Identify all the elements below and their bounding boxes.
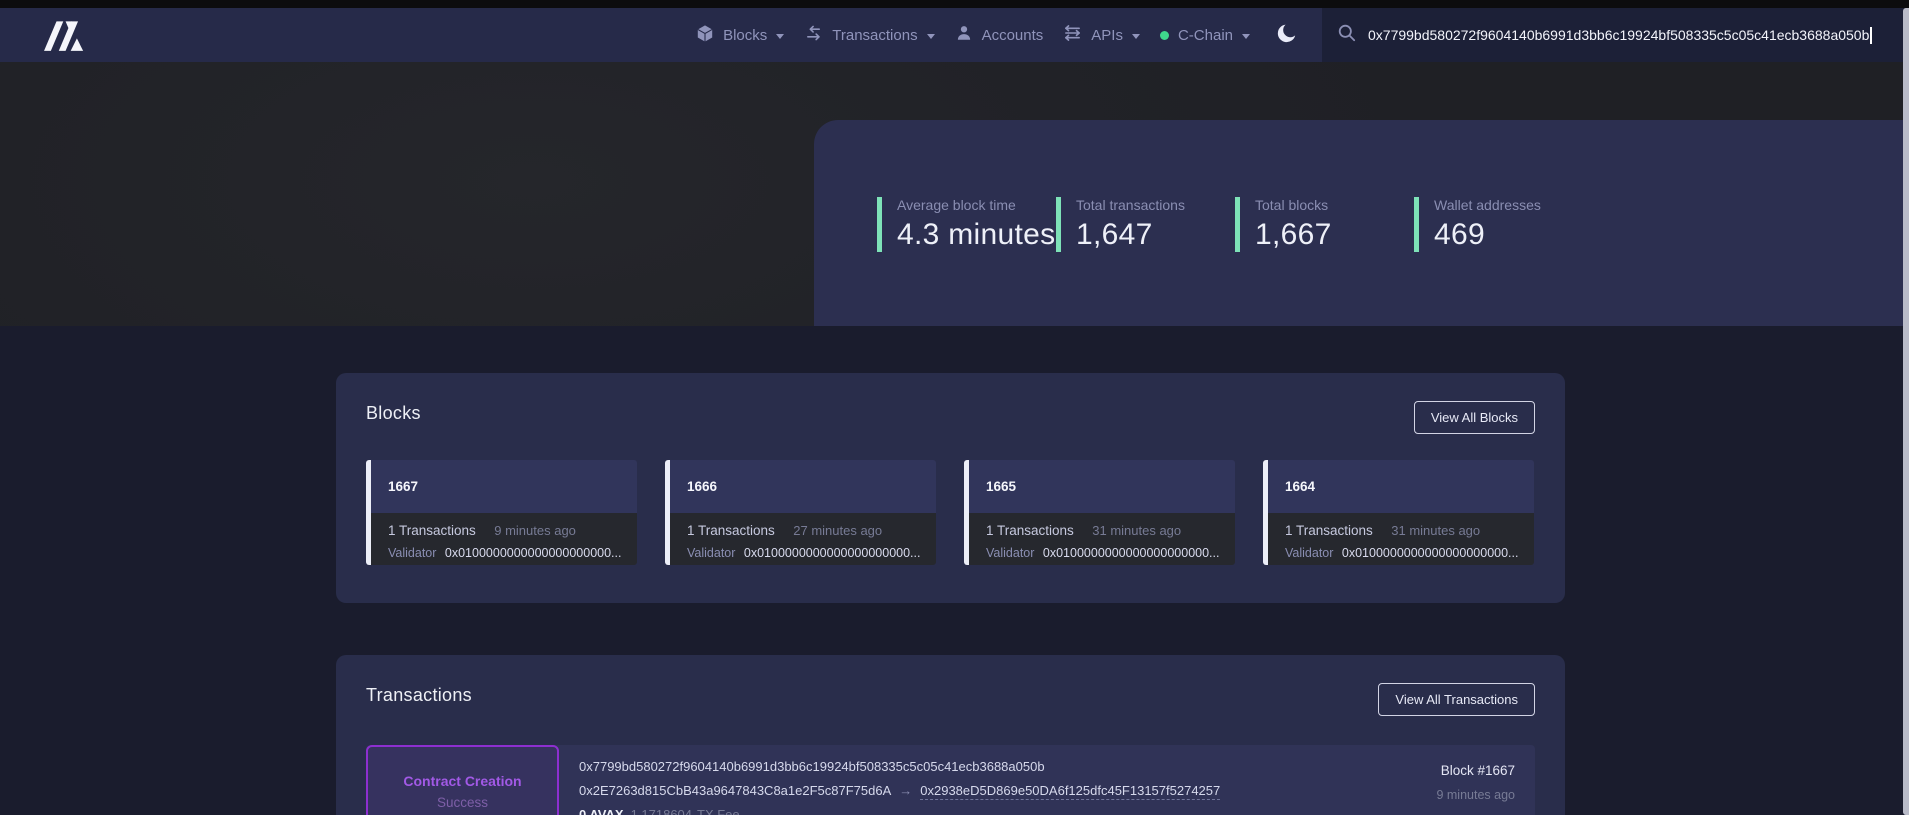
transfer-icon — [804, 24, 823, 46]
hero-section: Average block time 4.3 minutes Total tra… — [0, 62, 1909, 326]
stat-value: 469 — [1434, 218, 1593, 252]
to-address[interactable]: 0x2938eD5D869e50DA6f125dfc45F13157f52742… — [920, 783, 1220, 800]
transaction-type: Contract Creation — [403, 773, 521, 789]
validator-label: Validator — [388, 546, 436, 560]
view-all-blocks-button[interactable]: View All Blocks — [1414, 401, 1535, 434]
validator-label: Validator — [687, 546, 735, 560]
block-number[interactable]: 1666 — [687, 479, 717, 494]
stat-label: Wallet addresses — [1434, 197, 1593, 213]
block-card[interactable]: 1664 1 Transactions 31 minutes ago Valid… — [1263, 460, 1534, 565]
stat-value: 1,667 — [1255, 218, 1414, 252]
stats-row: Average block time 4.3 minutes Total tra… — [877, 197, 1909, 252]
transaction-row[interactable]: Contract Creation Success 0x7799bd580272… — [366, 745, 1535, 815]
chevron-down-icon — [1242, 34, 1250, 39]
block-card[interactable]: 1667 1 Transactions 9 minutes ago Valida… — [366, 460, 637, 565]
transaction-details: 0x7799bd580272f9604140b6991d3bb6c19924bf… — [559, 745, 1315, 815]
nav-item-blocks[interactable]: Blocks — [696, 24, 784, 47]
nav-item-label: C-Chain — [1178, 27, 1233, 44]
nav-item-label: Accounts — [982, 27, 1044, 44]
sliders-icon — [1063, 24, 1082, 46]
nav-item-accounts[interactable]: Accounts — [955, 24, 1044, 46]
transaction-fee-label: TX Fee — [697, 807, 740, 815]
validator-address[interactable]: 0x0100000000000000000000... — [445, 546, 622, 560]
block-tx-count: 1 Transactions — [986, 523, 1074, 538]
blocks-panel: Blocks View All Blocks 1667 1 Transactio… — [336, 373, 1565, 603]
chain-status-dot — [1160, 31, 1169, 40]
transaction-age: 9 minutes ago — [1315, 788, 1515, 802]
arrow-right-icon: → — [899, 783, 912, 798]
text-cursor — [1870, 27, 1872, 44]
block-card[interactable]: 1666 1 Transactions 27 minutes ago Valid… — [665, 460, 936, 565]
search-input-value: 0x7799bd580272f9604140b6991d3bb6c19924bf… — [1368, 27, 1869, 43]
transaction-block-link[interactable]: Block #1667 — [1315, 763, 1515, 778]
transactions-panel: Transactions View All Transactions Contr… — [336, 655, 1565, 815]
block-number[interactable]: 1665 — [986, 479, 1016, 494]
stat-value: 4.3 minutes — [897, 218, 1056, 252]
stat-label: Total blocks — [1255, 197, 1414, 213]
validator-label: Validator — [1285, 546, 1333, 560]
search-icon — [1337, 23, 1357, 48]
cube-icon — [696, 24, 714, 47]
block-number[interactable]: 1664 — [1285, 479, 1315, 494]
block-age: 31 minutes ago — [1391, 523, 1480, 538]
nav-menu: Blocks Transactions Accounts — [696, 22, 1304, 49]
validator-address[interactable]: 0x0100000000000000000000... — [744, 546, 921, 560]
block-age: 9 minutes ago — [494, 523, 576, 538]
nav-item-label: Blocks — [723, 27, 767, 44]
avalanche-logo[interactable] — [42, 18, 88, 52]
stat-label: Average block time — [897, 197, 1056, 213]
validator-address[interactable]: 0x0100000000000000000000... — [1342, 546, 1519, 560]
person-icon — [955, 24, 973, 46]
view-all-transactions-button[interactable]: View All Transactions — [1378, 683, 1535, 716]
search-input[interactable]: 0x7799bd580272f9604140b6991d3bb6c19924bf… — [1322, 8, 1909, 62]
transactions-title: Transactions — [366, 683, 472, 706]
nav-item-chain-selector[interactable]: C-Chain — [1160, 27, 1250, 44]
block-age: 31 minutes ago — [1092, 523, 1181, 538]
stat-total-blocks: Total blocks 1,667 — [1235, 197, 1414, 252]
window-top-edge — [0, 0, 1909, 8]
stat-total-transactions: Total transactions 1,647 — [1056, 197, 1235, 252]
navbar: Blocks Transactions Accounts — [0, 8, 1909, 62]
nav-item-apis[interactable]: APIs — [1063, 24, 1140, 46]
stat-value: 1,647 — [1076, 218, 1235, 252]
block-tx-count: 1 Transactions — [687, 523, 775, 538]
blocks-panel-header: Blocks View All Blocks — [366, 401, 1535, 434]
moon-icon — [1276, 22, 1298, 49]
transaction-meta: Block #1667 9 minutes ago — [1315, 745, 1535, 815]
block-number[interactable]: 1667 — [388, 479, 418, 494]
page-scrollbar[interactable] — [1903, 8, 1909, 815]
blocks-title: Blocks — [366, 401, 421, 424]
chevron-down-icon — [776, 34, 784, 39]
block-cards-row: 1667 1 Transactions 9 minutes ago Valida… — [366, 460, 1535, 565]
transactions-panel-header: Transactions View All Transactions — [366, 683, 1535, 716]
nav-item-label: APIs — [1091, 27, 1123, 44]
transaction-hash[interactable]: 0x7799bd580272f9604140b6991d3bb6c19924bf… — [579, 759, 1045, 774]
block-tx-count: 1 Transactions — [388, 523, 476, 538]
dark-mode-toggle[interactable] — [1276, 22, 1298, 49]
stat-label: Total transactions — [1076, 197, 1235, 213]
validator-address[interactable]: 0x0100000000000000000000... — [1043, 546, 1220, 560]
transaction-amount: 0 AVAX — [579, 807, 624, 815]
stat-wallet-addresses: Wallet addresses 469 — [1414, 197, 1593, 252]
chevron-down-icon — [1132, 34, 1140, 39]
block-card[interactable]: 1665 1 Transactions 31 minutes ago Valid… — [964, 460, 1235, 565]
transaction-fee[interactable]: 1.1718604 — [631, 807, 692, 815]
from-address[interactable]: 0x2E7263d815CbB43a9647843C8a1e2F5c87F75d… — [579, 783, 891, 798]
validator-label: Validator — [986, 546, 1034, 560]
block-tx-count: 1 Transactions — [1285, 523, 1373, 538]
transaction-status-box: Contract Creation Success — [366, 745, 559, 815]
nav-item-label: Transactions — [832, 27, 917, 44]
transaction-status: Success — [437, 795, 488, 810]
chevron-down-icon — [927, 34, 935, 39]
nav-item-transactions[interactable]: Transactions — [804, 24, 934, 46]
stat-average-block-time: Average block time 4.3 minutes — [877, 197, 1056, 252]
block-age: 27 minutes ago — [793, 523, 882, 538]
network-stats-panel: Average block time 4.3 minutes Total tra… — [814, 120, 1909, 326]
